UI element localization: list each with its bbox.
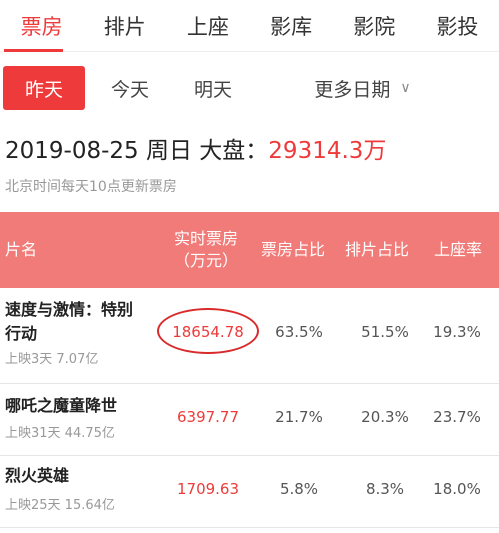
summary-date: 2019-08-25 — [5, 138, 139, 164]
header-film-name[interactable]: 片名 — [5, 212, 37, 288]
film-name: 烈火英雄 — [5, 464, 69, 488]
tab-cinemas[interactable]: 影院 — [333, 0, 416, 52]
film-name-line2: 行动 — [5, 324, 38, 343]
occupancy-value: 19.3% — [433, 323, 481, 341]
box-office-value: 1709.63 — [176, 480, 240, 498]
header-showing-share[interactable]: 排片占比 — [338, 212, 416, 288]
film-name: 哪吒之魔童降世 — [5, 394, 117, 418]
table-row[interactable]: 烈火英雄 上映25天 15.64亿 1709.63 5.8% 8.3% 18.0… — [0, 456, 499, 528]
tab-schedule[interactable]: 排片 — [83, 0, 166, 52]
film-name-line1: 哪吒之魔童降世 — [5, 396, 118, 415]
showing-share-value: 51.5% — [361, 323, 409, 341]
film-name-line1: 速度与激情：特别 — [5, 300, 134, 319]
date-yesterday-button[interactable]: 昨天 — [3, 66, 85, 110]
film-name-line1: 烈火英雄 — [5, 466, 70, 485]
tab-box-office[interactable]: 票房 — [0, 0, 83, 52]
occupancy-value: 23.7% — [433, 408, 481, 426]
header-occupancy[interactable]: 上座率 — [422, 212, 494, 288]
showing-share-value: 8.3% — [365, 480, 405, 498]
summary-weekday: 周日 — [145, 138, 192, 164]
daily-summary: 2019-08-25 周日 大盘：29314.3万 — [5, 131, 386, 165]
film-meta: 上映31天 44.75亿 — [5, 426, 115, 441]
date-tomorrow-button[interactable]: 明天 — [178, 66, 248, 110]
box-share-value: 21.7% — [275, 408, 323, 426]
chevron-down-icon: ∨ — [400, 80, 411, 96]
header-box-office[interactable]: 实时票房 （万元） — [165, 212, 247, 288]
top-nav: 票房 排片 上座 影库 影院 影投 — [0, 0, 499, 52]
date-selector: 昨天 今天 明天 更多日期 ∨ — [0, 56, 499, 122]
table-row[interactable]: 哪吒之魔童降世 上映31天 44.75亿 6397.77 21.7% 20.3%… — [0, 384, 499, 456]
film-meta: 上映3天 7.07亿 — [5, 352, 99, 367]
summary-label: 大盘： — [199, 138, 269, 164]
film-meta: 上映25天 15.64亿 — [5, 498, 115, 513]
date-today-button[interactable]: 今天 — [95, 66, 165, 110]
occupancy-value: 18.0% — [433, 480, 481, 498]
box-share-value: 5.8% — [279, 480, 319, 498]
box-share-value: 63.5% — [275, 323, 323, 341]
tab-film-library[interactable]: 影库 — [250, 0, 333, 52]
box-office-value: 6397.77 — [176, 408, 240, 426]
film-name: 速度与激情：特别 行动 — [5, 298, 133, 346]
highlight-circle — [157, 308, 259, 354]
table-header: 片名 实时票房 （万元） 票房占比 排片占比 上座率 — [0, 212, 499, 288]
update-note: 北京时间每天10点更新票房 — [5, 179, 177, 195]
header-box-share[interactable]: 票房占比 — [254, 212, 332, 288]
tab-occupancy[interactable]: 上座 — [166, 0, 249, 52]
summary-total: 29314.3万 — [268, 138, 387, 164]
more-dates-label: 更多日期 — [314, 78, 391, 101]
showing-share-value: 20.3% — [361, 408, 409, 426]
header-box-office-line1: 实时票房 — [173, 229, 238, 248]
header-box-office-line2: （万元） — [173, 251, 238, 270]
tab-investment[interactable]: 影投 — [416, 0, 499, 52]
more-dates-button[interactable]: 更多日期 ∨ — [300, 66, 425, 110]
